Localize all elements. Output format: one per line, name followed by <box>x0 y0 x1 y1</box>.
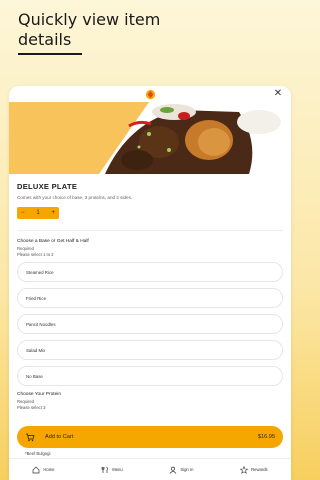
nav-rewards[interactable]: Rewards <box>240 465 268 474</box>
quantity-stepper: − 1 + <box>17 207 59 219</box>
increment-button[interactable]: + <box>51 207 55 219</box>
nav-sign-in[interactable]: Sign In <box>169 466 193 474</box>
hidden-option-text: *Beef Bulgogi <box>25 451 51 456</box>
quantity-value: 1 <box>36 210 40 216</box>
item-description: Comes with your choice of base, 3 protei… <box>17 195 133 200</box>
group-hint: Please select 3 <box>17 405 46 410</box>
group-required: Required <box>17 398 34 404</box>
nav-menu-label: Menu <box>112 467 123 472</box>
item-photo <box>9 102 291 174</box>
option-pancit-noodles[interactable]: Pancit Noodles <box>17 314 283 334</box>
brand-logo-icon <box>145 89 156 100</box>
option-salad-mix[interactable]: Salad Mix <box>17 340 283 360</box>
nav-home[interactable]: Home <box>32 466 55 474</box>
group-required: Required <box>17 245 34 251</box>
home-icon <box>32 466 40 473</box>
group-title: Choose a Base or Get Half & Half <box>17 239 89 244</box>
item-details-modal: ✕ DELUXE PLATE Comes with your choice of… <box>9 86 291 480</box>
user-icon <box>170 466 177 474</box>
star-icon <box>240 465 249 474</box>
option-steamed-rice[interactable]: Steamed Rice <box>17 262 283 282</box>
option-no-base[interactable]: No Base <box>17 366 283 386</box>
decrement-button[interactable]: − <box>21 207 25 219</box>
promo-title: Quickly view item details <box>18 10 161 49</box>
close-button[interactable]: ✕ <box>271 87 285 101</box>
nav-home-label: Home <box>43 467 55 472</box>
add-to-cart-button[interactable]: Add to Cart $16.95 <box>17 426 283 448</box>
divider <box>17 230 283 231</box>
protein-option-group: Choose Your Protein Required Please sele… <box>17 392 283 410</box>
cart-price: $16.95 <box>257 434 275 440</box>
group-hint: Please select 1 to 2 <box>17 252 54 257</box>
nav-rewards-label: Rewards <box>251 467 268 472</box>
nav-sign-in-label: Sign In <box>180 467 194 472</box>
promo-underline <box>18 53 82 55</box>
bottom-nav: Home Menu Sign In Rewards <box>9 458 291 480</box>
group-title: Choose Your Protein <box>17 392 62 397</box>
option-fried-rice[interactable]: Fried Rice <box>17 288 283 308</box>
base-option-group: Choose a Base or Get Half & Half Require… <box>17 239 283 386</box>
utensils-icon <box>101 466 108 473</box>
nav-menu[interactable]: Menu <box>101 466 123 474</box>
item-name: DELUXE PLATE <box>17 182 78 191</box>
add-to-cart-label: Add to Cart <box>45 434 74 440</box>
cart-icon <box>26 433 35 442</box>
modal-topbar: ✕ <box>9 86 291 102</box>
